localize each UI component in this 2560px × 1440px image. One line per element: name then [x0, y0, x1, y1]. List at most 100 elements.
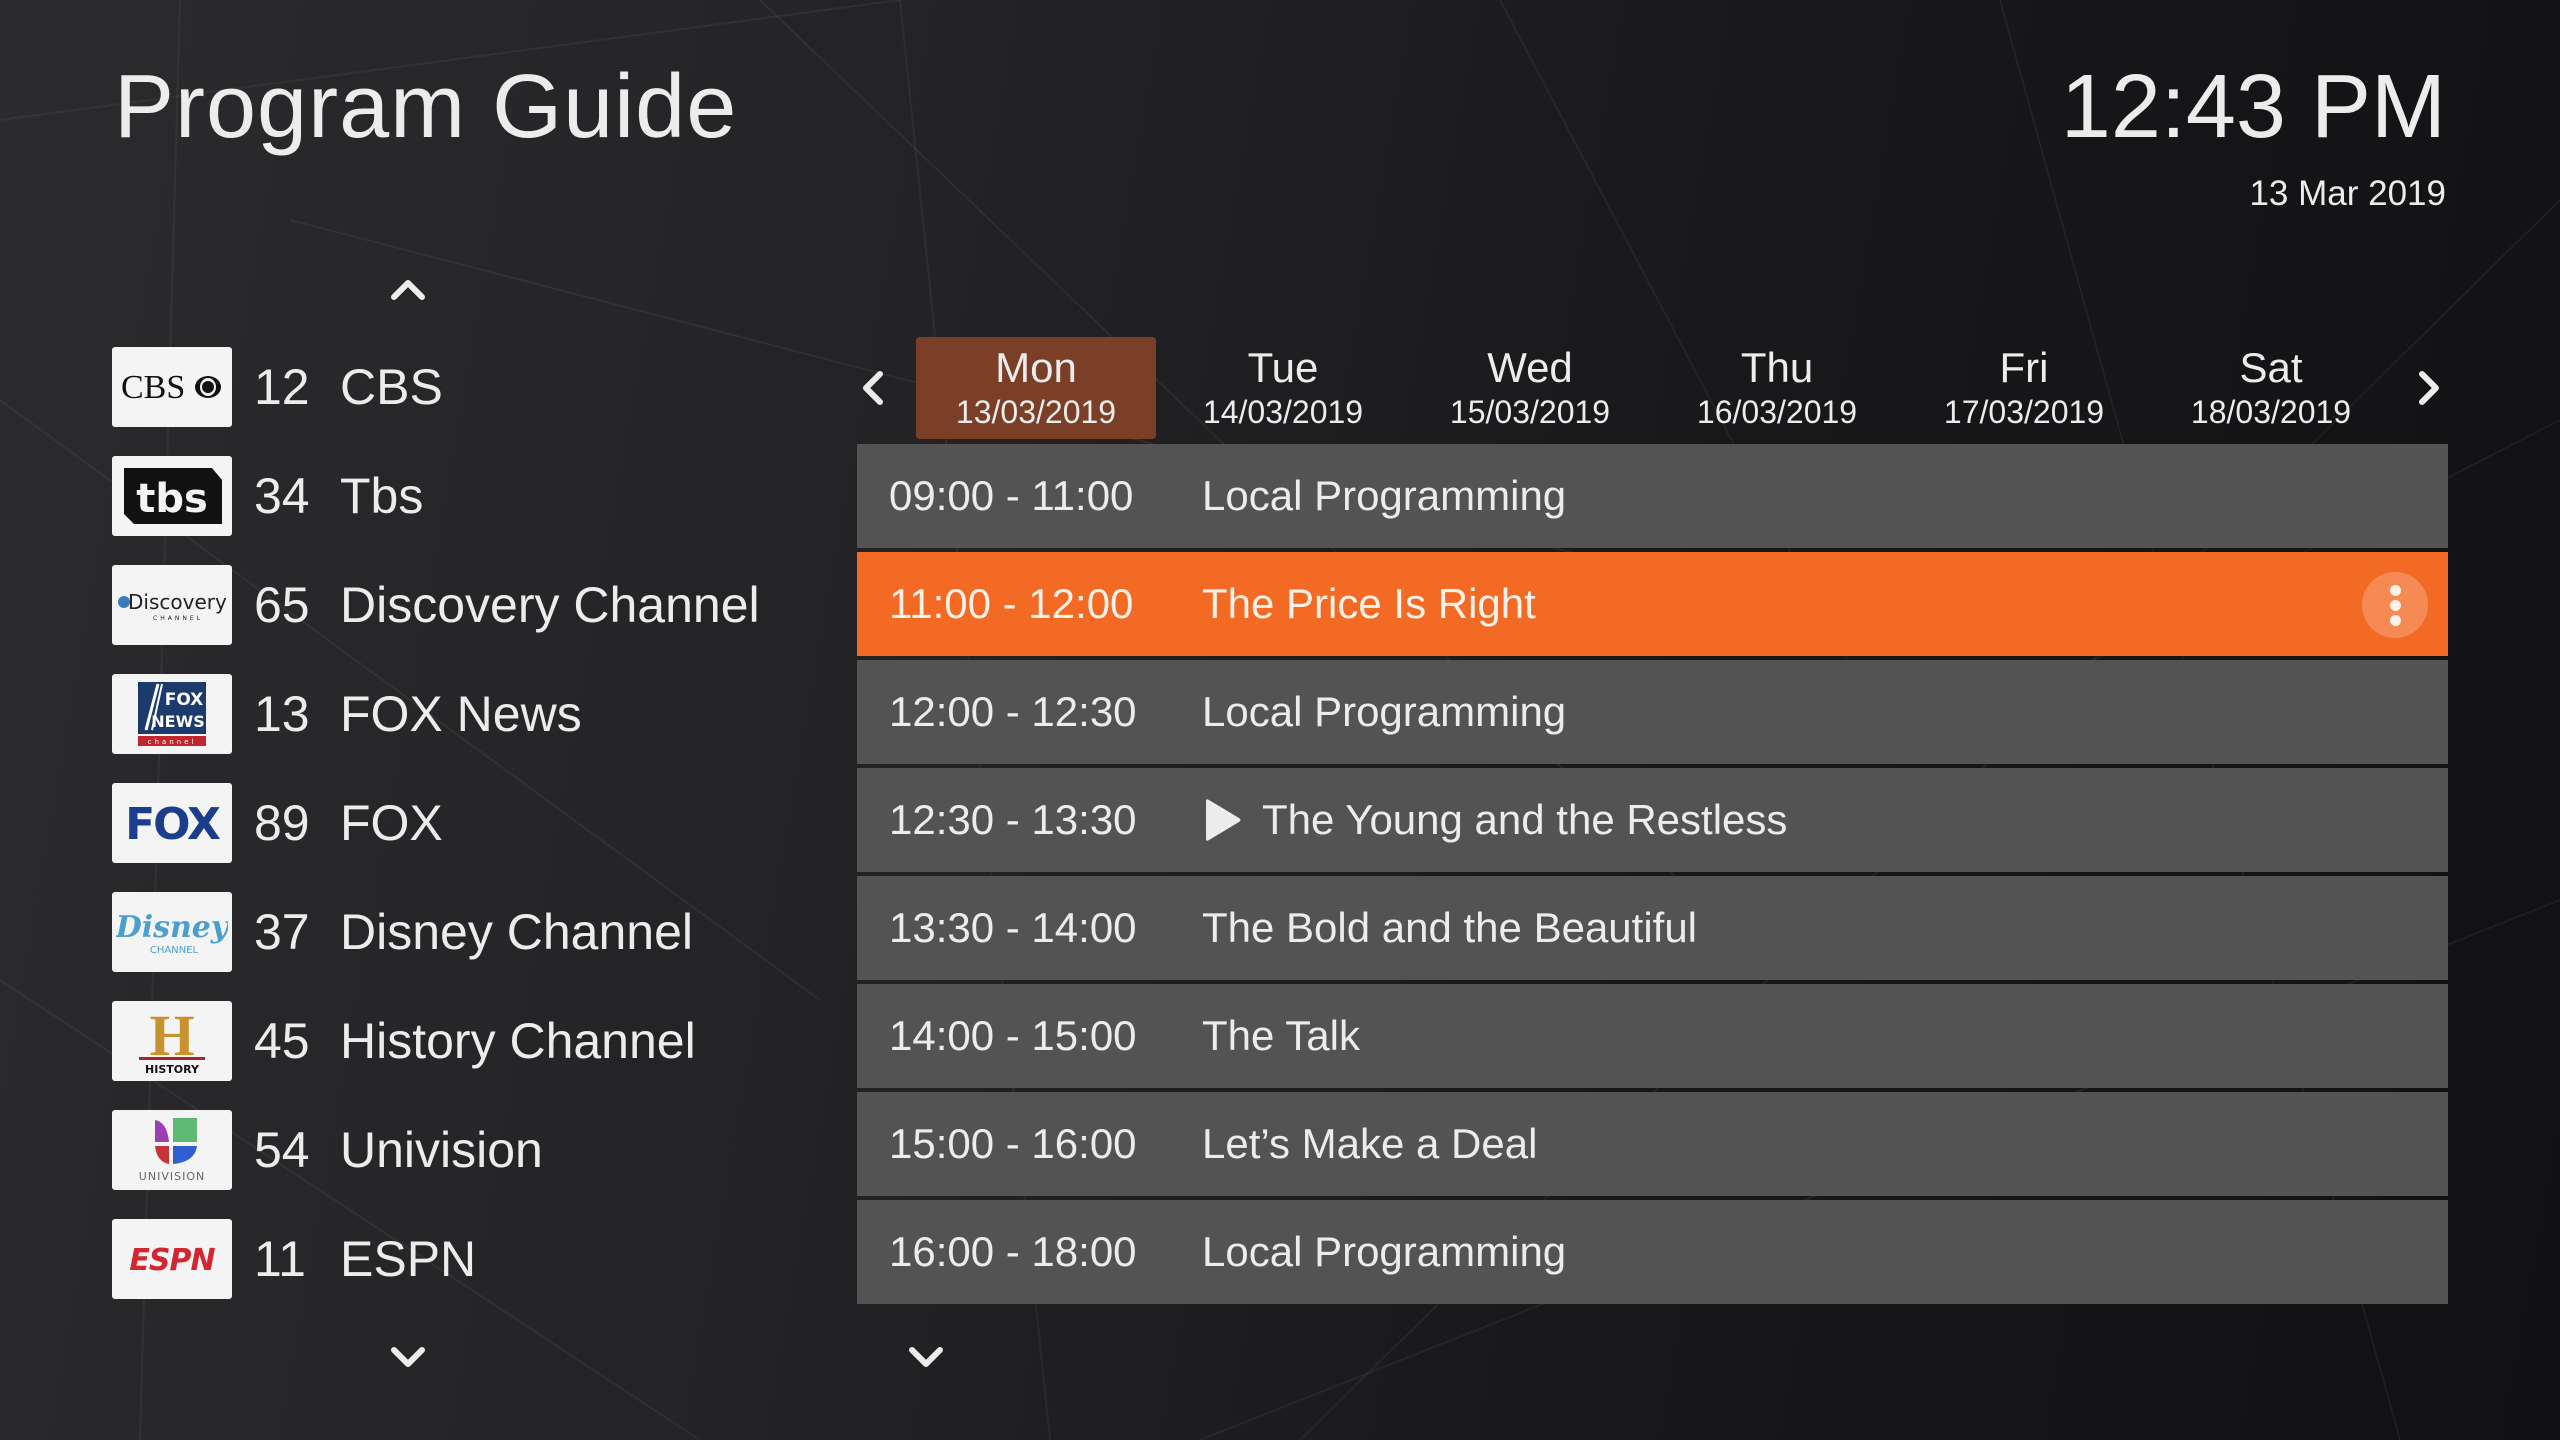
- channel-item[interactable]: FOX NEWS channel 13 FOX News: [92, 662, 790, 765]
- program-title: Local Programming: [1202, 688, 1567, 735]
- program-row[interactable]: 12:00 - 12:30 Local Programming: [857, 660, 2448, 764]
- channel-item[interactable]: ESPN 11 ESPN: [92, 1207, 790, 1310]
- chevron-left-icon: [863, 371, 883, 405]
- day-date: 16/03/2019: [1696, 394, 1858, 430]
- previous-days-button[interactable]: [853, 368, 893, 408]
- channel-item[interactable]: Disney CHANNEL 37 Disney Channel: [92, 880, 790, 983]
- cbs-logo-text: CBS: [121, 369, 185, 406]
- program-title: The Price Is Right: [1202, 580, 1536, 627]
- channels-scroll-up-button[interactable]: [388, 268, 428, 308]
- channel-name: FOX News: [340, 685, 582, 742]
- page-title: Program Guide: [114, 57, 738, 157]
- program-row[interactable]: 13:30 - 14:00 The Bold and the Beautiful: [857, 876, 2448, 980]
- history-logo-subtext: HISTORY: [145, 1063, 200, 1076]
- channel-number: 12: [254, 358, 310, 415]
- day-name: Wed: [1487, 344, 1573, 391]
- channel-number: 54: [254, 1121, 310, 1178]
- day-date: 14/03/2019: [1202, 394, 1364, 430]
- channel-name: Tbs: [340, 467, 424, 524]
- cbs-logo: CBS: [112, 347, 232, 427]
- program-title: The Talk: [1202, 1012, 1360, 1059]
- play-icon: [1206, 799, 1241, 841]
- channel-item[interactable]: FOX 89 FOX: [92, 771, 790, 874]
- channel-name: Univision: [340, 1121, 543, 1178]
- day-tab-sat[interactable]: Sat 18/03/2019: [2151, 337, 2391, 439]
- day-tabs: Mon 13/03/2019 Tue 14/03/2019 Wed 15/03/…: [916, 337, 2398, 439]
- channel-list: CBS 12 CBS tbs 34 Tbs Discovery CHANNEL: [92, 335, 790, 1316]
- program-row[interactable]: 09:00 - 11:00 Local Programming: [857, 444, 2448, 548]
- espn-logo: ESPN: [112, 1219, 232, 1299]
- day-tab-tue[interactable]: Tue 14/03/2019: [1163, 337, 1403, 439]
- day-tab-fri[interactable]: Fri 17/03/2019: [1904, 337, 2144, 439]
- day-name: Fri: [1999, 344, 2049, 391]
- more-vertical-icon-dot: [2389, 599, 2401, 611]
- program-row[interactable]: 14:00 - 15:00 The Talk: [857, 984, 2448, 1088]
- current-date: 13 Mar 2019: [2249, 174, 2446, 213]
- svg-text:FOX: FOX: [165, 690, 204, 710]
- channel-number: 13: [254, 685, 310, 742]
- chevron-right-icon: [2419, 371, 2439, 405]
- channel-item[interactable]: UNIVISION 54 Univision: [92, 1098, 790, 1201]
- program-row[interactable]: 12:30 - 13:30 The Young and the Restless: [857, 768, 2448, 872]
- tbs-logo-text: tbs: [136, 476, 208, 522]
- univision-logo: UNIVISION: [112, 1110, 232, 1190]
- program-time: 16:00 - 18:00: [889, 1228, 1137, 1275]
- channel-name: Disney Channel: [340, 903, 693, 960]
- channel-number: 65: [254, 576, 310, 633]
- disney-channel-logo: Disney CHANNEL: [112, 892, 232, 972]
- disney-logo-text: Disney: [116, 910, 228, 945]
- espn-logo-text: ESPN: [129, 1243, 215, 1278]
- program-time: 12:30 - 13:30: [889, 796, 1137, 843]
- channel-number: 34: [254, 467, 310, 524]
- channel-name: ESPN: [340, 1230, 477, 1287]
- day-name: Sat: [2239, 344, 2303, 391]
- channel-number: 11: [254, 1230, 306, 1287]
- day-name: Mon: [995, 344, 1077, 391]
- fox-news-logo-subtext: channel: [148, 738, 197, 746]
- chevron-down-icon: [909, 1347, 943, 1367]
- day-name: Thu: [1740, 344, 1814, 391]
- program-time: 15:00 - 16:00: [889, 1120, 1137, 1167]
- discovery-logo-text: Discovery: [128, 590, 227, 614]
- program-title: Local Programming: [1202, 1228, 1567, 1275]
- fox-news-logo: FOX NEWS channel: [112, 674, 232, 754]
- day-date: 17/03/2019: [1943, 394, 2105, 430]
- more-options-button[interactable]: [2362, 572, 2428, 638]
- program-title: Local Programming: [1202, 472, 1567, 519]
- channel-name: Discovery Channel: [340, 576, 760, 633]
- programs-scroll-down-button[interactable]: [906, 1338, 946, 1378]
- channel-item[interactable]: H HISTORY 45 History Channel: [92, 989, 790, 1092]
- channel-number: 45: [254, 1012, 310, 1069]
- day-tab-thu[interactable]: Thu 16/03/2019: [1657, 337, 1897, 439]
- channel-name: CBS: [340, 358, 443, 415]
- fox-logo-text: FOX: [125, 799, 221, 850]
- channel-name: FOX: [340, 794, 443, 851]
- univision-logo-text: UNIVISION: [139, 1170, 205, 1183]
- next-days-button[interactable]: [2409, 368, 2449, 408]
- program-time: 11:00 - 12:00: [889, 580, 1134, 627]
- program-row[interactable]: 16:00 - 18:00 Local Programming: [857, 1200, 2448, 1304]
- fox-logo: FOX: [112, 783, 232, 863]
- program-row[interactable]: 11:00 - 12:00 The Price Is Right: [857, 552, 2448, 656]
- program-row[interactable]: 15:00 - 16:00 Let’s Make a Deal: [857, 1092, 2448, 1196]
- channels-scroll-down-button[interactable]: [388, 1338, 428, 1378]
- channel-item[interactable]: Discovery CHANNEL 65 Discovery Channel: [92, 553, 790, 656]
- channel-number: 89: [254, 794, 310, 851]
- day-tab-wed[interactable]: Wed 15/03/2019: [1410, 337, 1650, 439]
- day-date: 13/03/2019: [955, 394, 1117, 430]
- channel-name: History Channel: [340, 1012, 696, 1069]
- svg-text:NEWS: NEWS: [151, 712, 205, 731]
- discovery-logo: Discovery CHANNEL: [112, 565, 232, 645]
- channel-item[interactable]: CBS 12 CBS: [92, 335, 790, 438]
- more-vertical-icon-dot: [2389, 614, 2401, 626]
- chevron-down-icon: [391, 1347, 425, 1367]
- chevron-up-icon: [391, 280, 425, 300]
- program-time: 13:30 - 14:00: [889, 904, 1137, 951]
- channel-item[interactable]: tbs 34 Tbs: [92, 444, 790, 547]
- program-title: Let’s Make a Deal: [1202, 1120, 1538, 1167]
- program-title: The Young and the Restless: [1262, 796, 1788, 843]
- day-tab-mon[interactable]: Mon 13/03/2019: [916, 337, 1156, 439]
- day-date: 18/03/2019: [2190, 394, 2352, 430]
- channel-number: 37: [254, 903, 310, 960]
- day-name: Tue: [1247, 344, 1319, 391]
